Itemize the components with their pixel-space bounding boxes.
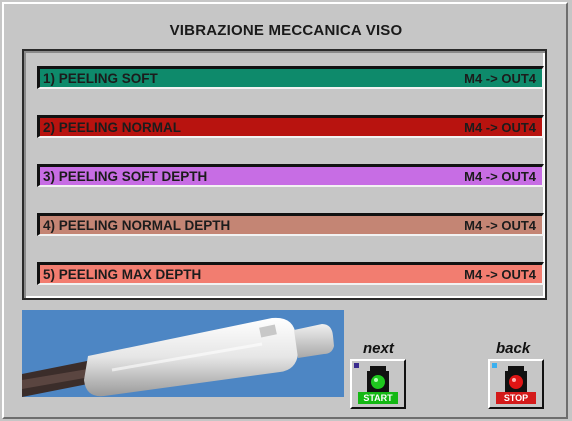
start-caption: START bbox=[358, 392, 398, 404]
program-3-label: 3) PEELING SOFT DEPTH bbox=[43, 168, 208, 184]
start-corner-marker bbox=[354, 363, 359, 368]
back-label: back bbox=[496, 340, 531, 357]
program-4-label: 4) PEELING NORMAL DEPTH bbox=[43, 217, 231, 233]
start-button[interactable]: START bbox=[350, 359, 406, 409]
program-5-output: M4 -> OUT4 bbox=[464, 266, 536, 282]
vibration-handpiece-image bbox=[22, 317, 334, 397]
program-1-label: 1) PEELING SOFT bbox=[43, 70, 158, 86]
program-5-button[interactable]: 5) PEELING MAX DEPTH M4 -> OUT4 bbox=[37, 262, 544, 285]
program-3-output: M4 -> OUT4 bbox=[464, 168, 536, 184]
program-2-output: M4 -> OUT4 bbox=[464, 119, 536, 135]
window-title: VIBRAZIONE MECCANICA VISO bbox=[169, 22, 403, 39]
program-4-button[interactable]: 4) PEELING NORMAL DEPTH M4 -> OUT4 bbox=[37, 213, 544, 236]
stop-caption: STOP bbox=[496, 392, 536, 404]
device-image bbox=[22, 310, 344, 397]
stop-button[interactable]: STOP bbox=[488, 359, 544, 409]
stop-corner-marker bbox=[492, 363, 497, 368]
program-2-button[interactable]: 2) PEELING NORMAL M4 -> OUT4 bbox=[37, 115, 544, 138]
program-1-output: M4 -> OUT4 bbox=[464, 70, 536, 86]
program-2-label: 2) PEELING NORMAL bbox=[43, 119, 182, 135]
program-1-button[interactable]: 1) PEELING SOFT M4 -> OUT4 bbox=[37, 66, 544, 89]
program-3-button[interactable]: 3) PEELING SOFT DEPTH M4 -> OUT4 bbox=[37, 164, 544, 187]
next-label: next bbox=[363, 340, 394, 357]
program-5-label: 5) PEELING MAX DEPTH bbox=[43, 266, 202, 282]
program-4-output: M4 -> OUT4 bbox=[464, 217, 536, 233]
